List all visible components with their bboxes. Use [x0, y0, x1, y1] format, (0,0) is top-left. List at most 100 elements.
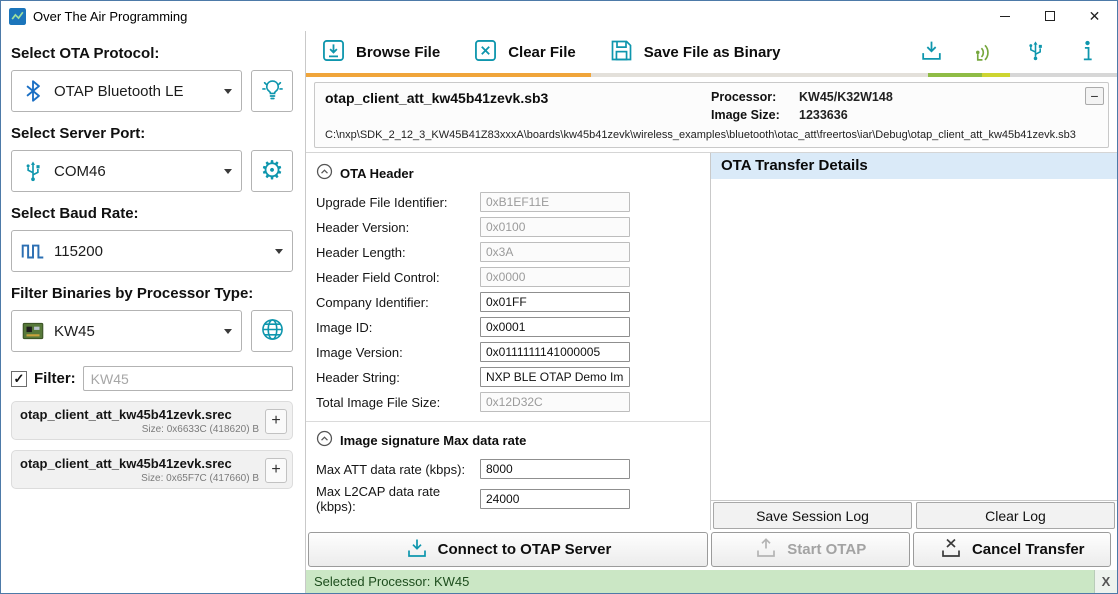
- header-field-control-label: Header Field Control:: [316, 270, 480, 285]
- minimize-icon: [1000, 16, 1010, 17]
- clear-log-button[interactable]: Clear Log: [916, 502, 1115, 529]
- add-binary-button[interactable]: +: [265, 409, 287, 434]
- loaded-file-panel: otap_client_att_kw45b41zevk.sb3 Processo…: [314, 82, 1109, 148]
- toolbar: Browse File Clear File Save File as Bina…: [306, 31, 1117, 73]
- browse-file-label: Browse File: [356, 44, 440, 61]
- browse-file-button[interactable]: Browse File: [316, 33, 444, 72]
- window-body: Select OTA Protocol: OTAP Bluetooth LE S…: [1, 31, 1117, 593]
- wireless-icon: [971, 38, 996, 66]
- processor-select[interactable]: KW45: [11, 310, 242, 352]
- filter-row: ✓ Filter:: [11, 366, 293, 391]
- chip-icon: [12, 318, 54, 344]
- protocol-select[interactable]: OTAP Bluetooth LE: [11, 70, 242, 112]
- connect-download-icon: [405, 536, 429, 564]
- collapse-panel-button[interactable]: −: [1085, 87, 1104, 105]
- baud-label: Select Baud Rate:: [11, 205, 293, 222]
- port-row: COM46 ⚙: [11, 150, 293, 192]
- add-binary-button[interactable]: +: [265, 458, 287, 483]
- filter-label: Filter:: [34, 370, 76, 387]
- usb-connection-button[interactable]: [1022, 37, 1049, 67]
- clear-file-label: Clear File: [508, 44, 576, 61]
- close-button[interactable]: ✕: [1072, 1, 1117, 31]
- company-identifier-input[interactable]: [480, 292, 630, 312]
- image-version-input[interactable]: [480, 342, 630, 362]
- signature-section-header: Image signature Max data rate: [316, 430, 710, 450]
- gear-icon: ⚙: [260, 158, 283, 184]
- cancel-transfer-icon: [939, 536, 963, 564]
- binary-size: Size: 0x6633C (418620) B: [20, 424, 259, 435]
- form-row: Company Identifier:: [316, 292, 710, 312]
- download-firmware-button[interactable]: [918, 37, 945, 67]
- bluetooth-icon: [12, 78, 54, 104]
- port-label: Select Server Port:: [11, 125, 293, 142]
- form-row: Header Field Control:: [316, 267, 710, 287]
- total-image-file-size-input: [480, 392, 630, 412]
- cancel-transfer-label: Cancel Transfer: [972, 541, 1085, 558]
- toolbar-right-icons: [918, 37, 1107, 67]
- filter-checkbox[interactable]: ✓: [11, 371, 27, 387]
- file-meta: Processor: KW45/K32W148 Image Size: 1233…: [711, 90, 893, 122]
- image-size-value: 1233636: [799, 108, 893, 122]
- processor-value: KW45: [54, 323, 95, 340]
- info-button[interactable]: [1074, 37, 1101, 67]
- max-att-rate-input[interactable]: [480, 459, 630, 479]
- save-binary-label: Save File as Binary: [644, 44, 781, 61]
- baud-row: 115200: [11, 230, 293, 272]
- form-row: Max ATT data rate (kbps):: [316, 459, 710, 479]
- collapse-chevron-icon[interactable]: [316, 163, 333, 183]
- square-wave-icon: [12, 238, 54, 264]
- ota-header-section-header: OTA Header: [316, 163, 710, 183]
- protocol-label: Select OTA Protocol:: [11, 45, 293, 62]
- minimize-button[interactable]: [982, 1, 1027, 31]
- connect-otap-server-button[interactable]: Connect to OTAP Server: [308, 532, 708, 567]
- max-l2cap-rate-input[interactable]: [480, 489, 630, 509]
- clear-file-button[interactable]: Clear File: [468, 33, 580, 72]
- binary-info: otap_client_att_kw45b41zevk.srec Size: 0…: [20, 456, 259, 484]
- download-icon: [919, 38, 944, 66]
- processor-meta-label: Processor:: [711, 90, 799, 104]
- processor-row: KW45: [11, 310, 293, 352]
- identify-device-button[interactable]: [251, 70, 293, 112]
- header-string-input[interactable]: [480, 367, 630, 387]
- save-session-log-button[interactable]: Save Session Log: [713, 502, 912, 529]
- start-otap-label: Start OTAP: [787, 541, 866, 558]
- processor-filter-label: Filter Binaries by Processor Type:: [11, 285, 293, 302]
- section-divider: [306, 421, 710, 422]
- maximize-button[interactable]: [1027, 1, 1072, 31]
- cancel-transfer-button[interactable]: Cancel Transfer: [913, 532, 1112, 567]
- main-panel: Browse File Clear File Save File as Bina…: [306, 31, 1117, 593]
- browse-processors-button[interactable]: [251, 310, 293, 352]
- form-row: Header String:: [316, 367, 710, 387]
- image-id-input[interactable]: [480, 317, 630, 337]
- connect-otap-server-label: Connect to OTAP Server: [438, 541, 612, 558]
- save-binary-button[interactable]: Save File as Binary: [604, 33, 785, 72]
- binary-list-item[interactable]: otap_client_att_kw45b41zevk.srec Size: 0…: [11, 450, 293, 489]
- app-window: Over The Air Programming ✕ Select OTA Pr…: [0, 0, 1118, 594]
- port-settings-button[interactable]: ⚙: [251, 150, 293, 192]
- sidebar: Select OTA Protocol: OTAP Bluetooth LE S…: [1, 31, 306, 593]
- header-string-label: Header String:: [316, 370, 480, 385]
- binary-name: otap_client_att_kw45b41zevk.srec: [20, 456, 259, 471]
- wireless-connection-button[interactable]: [970, 37, 997, 67]
- binary-list-item[interactable]: otap_client_att_kw45b41zevk.srec Size: 0…: [11, 401, 293, 440]
- baud-value: 115200: [54, 243, 103, 260]
- dropdown-arrow-icon: [224, 89, 232, 94]
- image-version-label: Image Version:: [316, 345, 480, 360]
- globe-icon: [259, 316, 286, 346]
- file-import-icon: [320, 37, 347, 68]
- save-icon: [608, 37, 635, 68]
- status-bar: Selected Processor: KW45 X: [306, 570, 1117, 593]
- status-close-button[interactable]: X: [1094, 570, 1117, 593]
- header-field-control-input: [480, 267, 630, 287]
- action-buttons-row: Connect to OTAP Server Start OTAP Cancel…: [306, 530, 1117, 570]
- collapse-chevron-icon[interactable]: [316, 430, 333, 450]
- filter-input[interactable]: [83, 366, 293, 391]
- form-row: Image ID:: [316, 317, 710, 337]
- transfer-details-title: OTA Transfer Details: [711, 153, 1117, 179]
- baud-select[interactable]: 115200: [11, 230, 293, 272]
- image-size-label: Image Size:: [711, 108, 799, 122]
- port-select[interactable]: COM46: [11, 150, 242, 192]
- form-row: Total Image File Size:: [316, 392, 710, 412]
- max-l2cap-rate-label: Max L2CAP data rate (kbps):: [316, 484, 480, 514]
- form-row: Max L2CAP data rate (kbps):: [316, 484, 710, 514]
